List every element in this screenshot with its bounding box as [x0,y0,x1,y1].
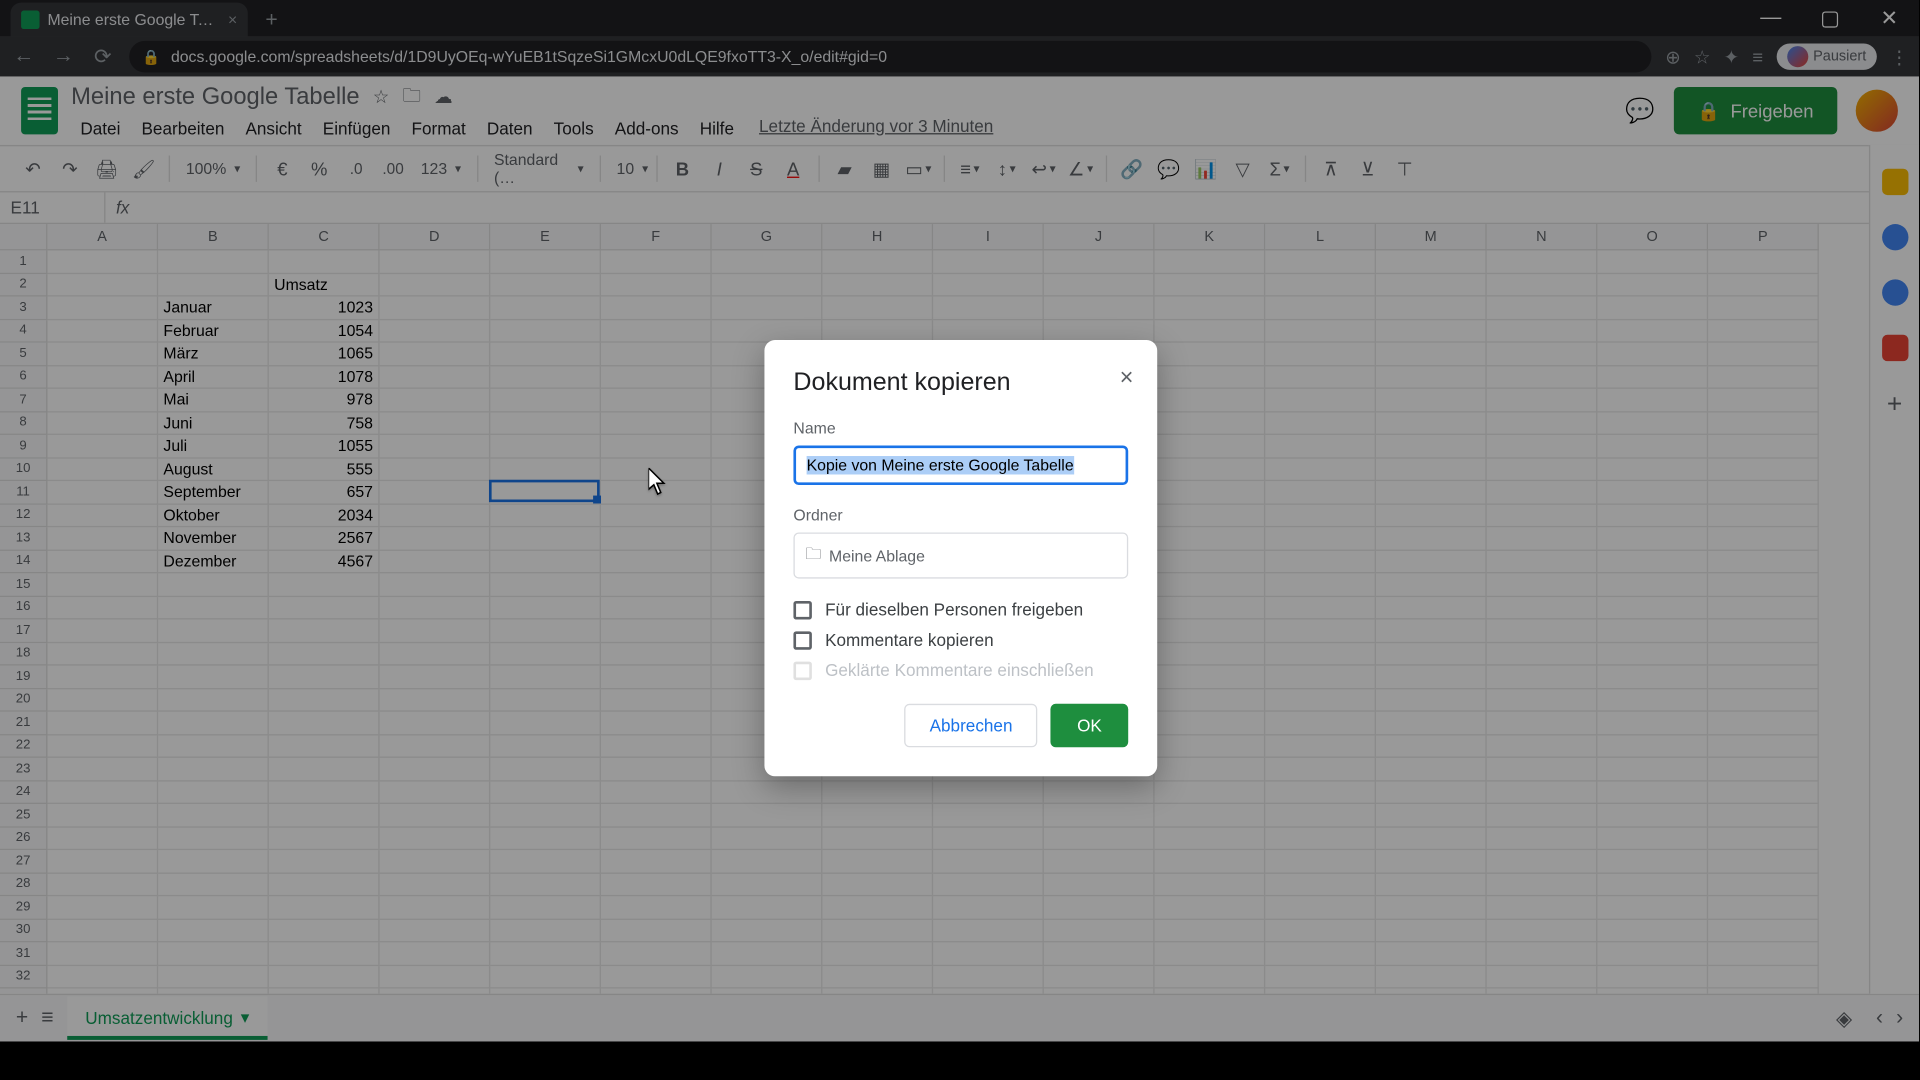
folder-label: Ordner [793,506,1128,524]
checkbox-icon [793,661,811,679]
dialog-title: Dokument kopieren [793,369,1128,398]
copy-document-dialog: Dokument kopieren × Name Kopie von Meine… [764,340,1157,776]
dialog-close-button[interactable]: × [1120,364,1134,392]
checkbox-icon [793,631,811,649]
folder-icon: 🗀 [805,542,821,570]
name-input[interactable]: Kopie von Meine erste Google Tabelle [793,445,1128,485]
checkbox-icon [793,600,811,618]
name-label: Name [793,419,1128,437]
share-checkbox-row[interactable]: Für dieselben Personen freigeben [793,600,1128,620]
ok-button[interactable]: OK [1051,704,1128,747]
resolved-comments-checkbox-row: Geklärte Kommentare einschließen [793,660,1128,680]
folder-select[interactable]: 🗀 Meine Ablage [793,532,1128,578]
copy-comments-checkbox-row[interactable]: Kommentare kopieren [793,630,1128,650]
cancel-button[interactable]: Abbrechen [905,704,1038,747]
